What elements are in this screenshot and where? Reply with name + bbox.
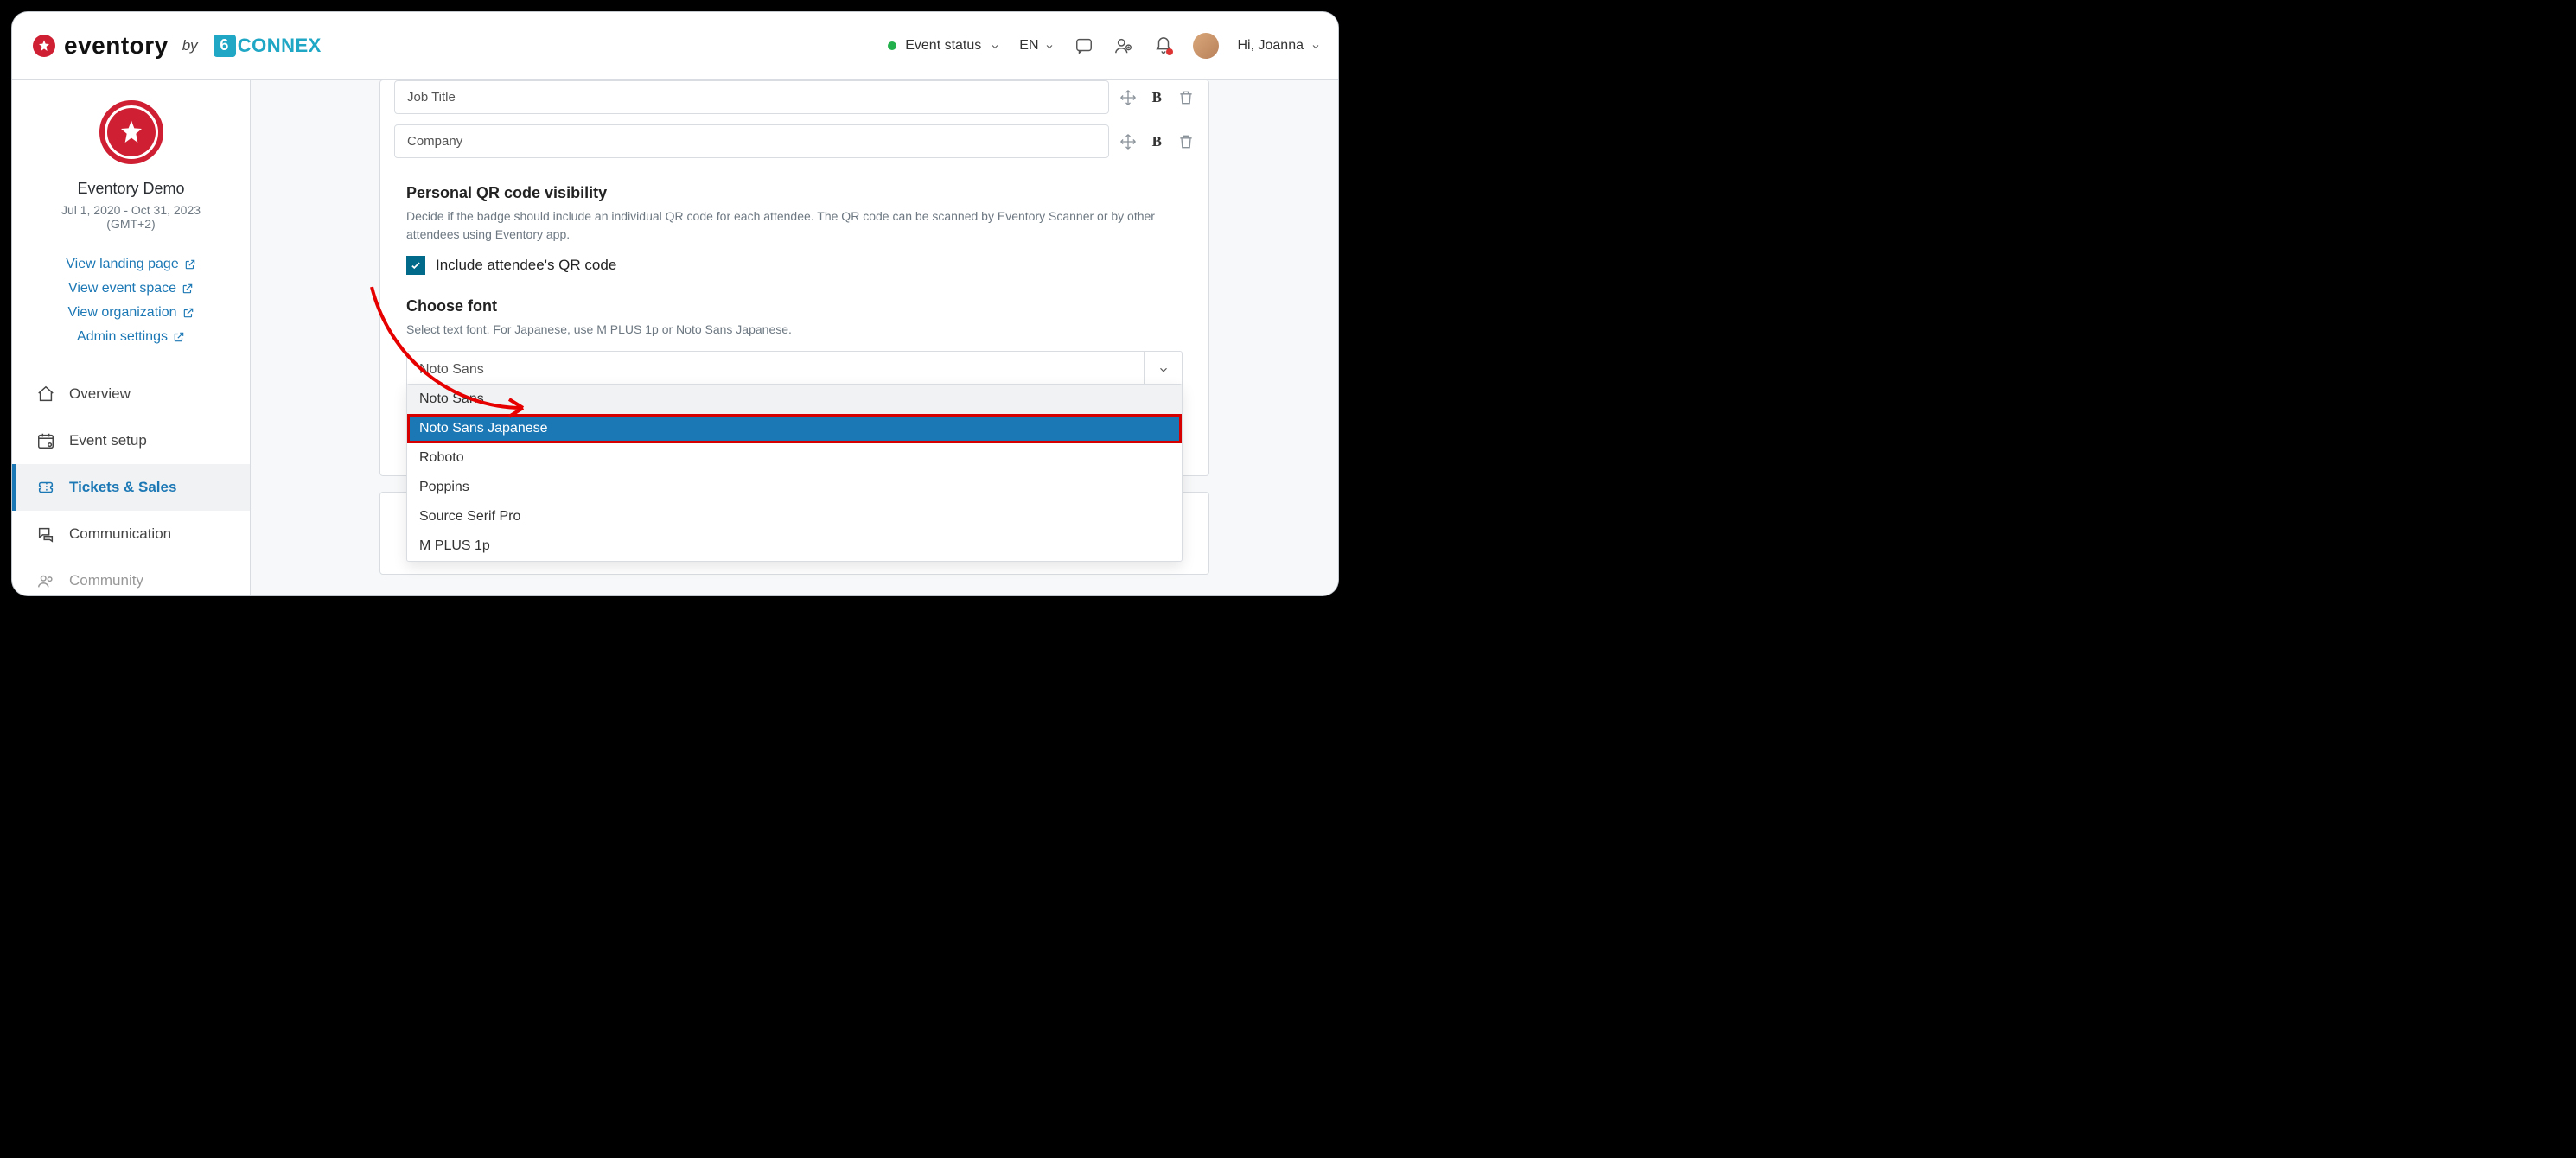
section-description: Select text font. For Japanese, use M PL…: [406, 321, 1183, 339]
partner-logo: 6 CONNEX: [214, 35, 322, 57]
brand-by: by: [182, 37, 198, 54]
top-header: eventory by 6 CONNEX Event status EN: [12, 12, 1338, 80]
nav-communication[interactable]: Communication: [12, 511, 250, 557]
font-select-value: Noto Sans: [407, 352, 1144, 388]
sidebar-quick-links: View landing page View event space View …: [12, 257, 250, 345]
sidebar: Eventory Demo Jul 1, 2020 - Oct 31, 2023…: [12, 80, 251, 595]
main-content: Job Title B Company B: [251, 80, 1338, 595]
star-badge-icon: [33, 35, 55, 57]
font-option-m-plus-1p[interactable]: M PLUS 1p: [407, 531, 1182, 561]
chevron-down-icon: [1044, 41, 1055, 51]
add-user-icon[interactable]: [1113, 35, 1134, 56]
move-handle-icon[interactable]: [1119, 133, 1137, 150]
sidebar-nav: Overview Event setup Tickets & Sales Com…: [12, 371, 250, 595]
link-label: View landing page: [66, 257, 178, 272]
nav-label: Overview: [69, 385, 131, 403]
field-row-job-title: Job Title B: [380, 80, 1208, 119]
checkbox-label: Include attendee's QR code: [436, 257, 616, 274]
trash-icon[interactable]: [1177, 89, 1195, 106]
field-row-company: Company B: [380, 119, 1208, 163]
move-handle-icon[interactable]: [1119, 89, 1137, 106]
font-option-noto-sans[interactable]: Noto Sans: [407, 385, 1182, 414]
event-logo: [99, 100, 163, 164]
nav-overview[interactable]: Overview: [12, 371, 250, 417]
language-label: EN: [1019, 38, 1038, 54]
ticket-icon: [36, 478, 55, 497]
link-label: View organization: [67, 305, 176, 321]
link-admin-settings[interactable]: Admin settings: [77, 329, 185, 345]
qr-visibility-section: Personal QR code visibility Decide if th…: [380, 169, 1208, 282]
external-link-icon: [182, 307, 194, 319]
nav-event-setup[interactable]: Event setup: [12, 417, 250, 464]
section-heading: Choose font: [406, 297, 1183, 315]
nav-label: Event setup: [69, 432, 147, 449]
nav-tickets-sales[interactable]: Tickets & Sales: [12, 464, 250, 511]
nav-community[interactable]: Community: [12, 557, 250, 595]
include-qr-checkbox[interactable]: [406, 256, 425, 275]
partner-six: 6: [214, 35, 236, 57]
brand-logo[interactable]: eventory by 6 CONNEX: [33, 32, 322, 60]
notification-dot-icon: [1166, 48, 1173, 55]
external-link-icon: [173, 331, 185, 343]
choose-font-section: Choose font Select text font. For Japane…: [380, 282, 1208, 475]
event-status-dropdown[interactable]: Event status: [888, 38, 1000, 54]
link-organization[interactable]: View organization: [67, 305, 194, 321]
nav-label: Tickets & Sales: [69, 479, 176, 496]
greeting-text: Hi, Joanna: [1238, 38, 1304, 54]
link-event-space[interactable]: View event space: [68, 281, 194, 296]
avatar[interactable]: [1193, 33, 1219, 59]
chat-bubbles-icon: [36, 525, 55, 544]
bold-toggle[interactable]: B: [1152, 89, 1162, 106]
event-dates: Jul 1, 2020 - Oct 31, 2023: [61, 203, 201, 217]
font-option-roboto[interactable]: Roboto: [407, 443, 1182, 473]
font-option-poppins[interactable]: Poppins: [407, 473, 1182, 502]
people-icon: [36, 571, 55, 590]
section-heading: Personal QR code visibility: [406, 184, 1183, 202]
font-option-noto-sans-japanese[interactable]: Noto Sans Japanese: [407, 414, 1182, 443]
chat-icon[interactable]: [1074, 35, 1094, 56]
section-description: Decide if the badge should include an in…: [406, 207, 1183, 244]
badge-settings-card: Job Title B Company B: [379, 80, 1209, 476]
chevron-down-icon: [1144, 352, 1182, 388]
bell-icon[interactable]: [1153, 35, 1174, 56]
external-link-icon: [184, 258, 196, 270]
nav-label: Community: [69, 572, 143, 589]
sidebar-event-header: Eventory Demo Jul 1, 2020 - Oct 31, 2023…: [12, 100, 250, 231]
link-label: View event space: [68, 281, 176, 296]
app-body: Eventory Demo Jul 1, 2020 - Oct 31, 2023…: [12, 80, 1338, 595]
chevron-down-icon: [1310, 41, 1321, 51]
header-right: Event status EN Hi, Joanna: [888, 33, 1321, 59]
link-landing-page[interactable]: View landing page: [66, 257, 195, 272]
language-dropdown[interactable]: EN: [1019, 38, 1054, 54]
nav-label: Communication: [69, 525, 171, 543]
font-option-source-serif-pro[interactable]: Source Serif Pro: [407, 502, 1182, 531]
external-link-icon: [182, 283, 194, 295]
field-job-title[interactable]: Job Title: [394, 80, 1109, 114]
trash-icon[interactable]: [1177, 133, 1195, 150]
calendar-settings-icon: [36, 431, 55, 450]
font-dropdown: Noto Sans Noto Sans Japanese Roboto Popp…: [406, 384, 1183, 562]
field-company[interactable]: Company: [394, 124, 1109, 158]
user-menu[interactable]: Hi, Joanna: [1238, 38, 1322, 54]
chevron-down-icon: [990, 41, 1000, 51]
event-status-label: Event status: [905, 38, 981, 54]
link-label: Admin settings: [77, 329, 168, 345]
partner-rest: CONNEX: [238, 35, 322, 57]
status-dot-icon: [888, 41, 896, 50]
event-timezone: (GMT+2): [106, 217, 155, 231]
event-name: Eventory Demo: [77, 180, 184, 198]
brand-word: eventory: [64, 32, 169, 60]
home-icon: [36, 385, 55, 404]
bold-toggle[interactable]: B: [1152, 133, 1162, 150]
app-window: eventory by 6 CONNEX Event status EN: [12, 12, 1338, 595]
